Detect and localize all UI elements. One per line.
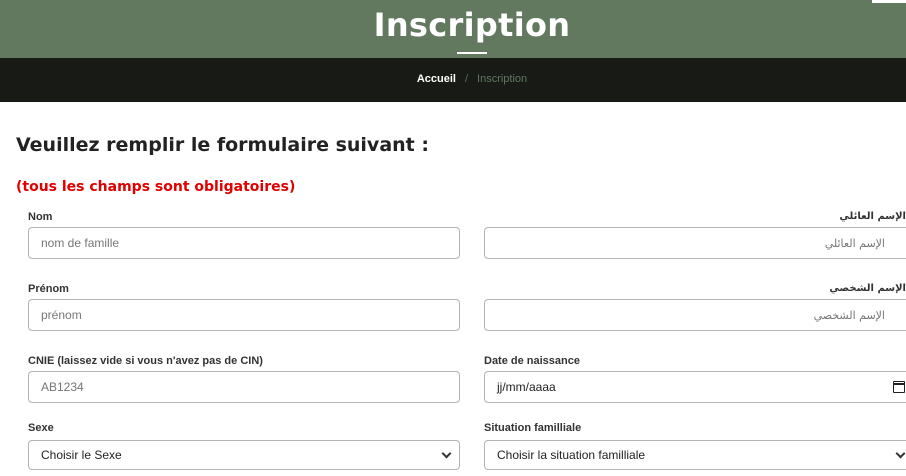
form-heading: Veuillez remplir le formulaire suivant : [16,134,429,156]
sexe-label: Sexe [28,422,54,434]
nom-ar-placeholder: الإسم العائلي [824,236,885,250]
cnie-input[interactable]: AB1234 [28,371,460,403]
breadcrumb-current: Inscription [477,73,528,85]
breadcrumb-home-link[interactable]: Accueil [417,73,456,85]
prenom-ar-label: الإسم الشخصي [829,283,906,294]
naissance-value: jj/mm/aaaa [497,380,556,394]
situation-select[interactable]: Choisir la situation familliale [484,440,906,470]
nom-placeholder: nom de famille [41,236,120,250]
hero-corner-strip [872,0,906,3]
prenom-input[interactable]: prénom [28,299,460,331]
sexe-selected: Choisir le Sexe [41,448,122,462]
naissance-label: Date de naissance [484,355,580,367]
nom-input[interactable]: nom de famille [28,227,460,259]
breadcrumb-separator: / [464,73,469,85]
page-title: Inscription [373,6,571,44]
nom-ar-label: الإسم العائلي [839,211,906,222]
prenom-placeholder: prénom [41,308,82,322]
calendar-icon[interactable] [893,381,905,393]
cnie-placeholder: AB1234 [41,380,84,394]
nom-label: Nom [28,211,53,223]
prenom-label: Prénom [28,283,69,295]
naissance-date-input[interactable]: jj/mm/aaaa [484,371,906,403]
title-underline [457,52,487,54]
page-hero: Inscription [0,0,906,58]
prenom-ar-placeholder: الإسم الشخصي [813,308,885,322]
sexe-select[interactable]: Choisir le Sexe [28,440,460,470]
chevron-down-icon [441,448,452,459]
required-note: (tous les champs sont obligatoires) [16,179,296,195]
cnie-label: CNIE (laissez vide si vous n'avez pas de… [28,355,263,367]
situation-label: Situation familliale [484,422,582,434]
breadcrumb: Accueil / Inscription [0,73,906,85]
nom-ar-input[interactable]: الإسم العائلي [484,227,906,259]
breadcrumb-bar: Accueil / Inscription [0,58,906,102]
chevron-down-icon [895,448,906,459]
prenom-ar-input[interactable]: الإسم الشخصي [484,299,906,331]
situation-selected: Choisir la situation familliale [497,448,646,462]
